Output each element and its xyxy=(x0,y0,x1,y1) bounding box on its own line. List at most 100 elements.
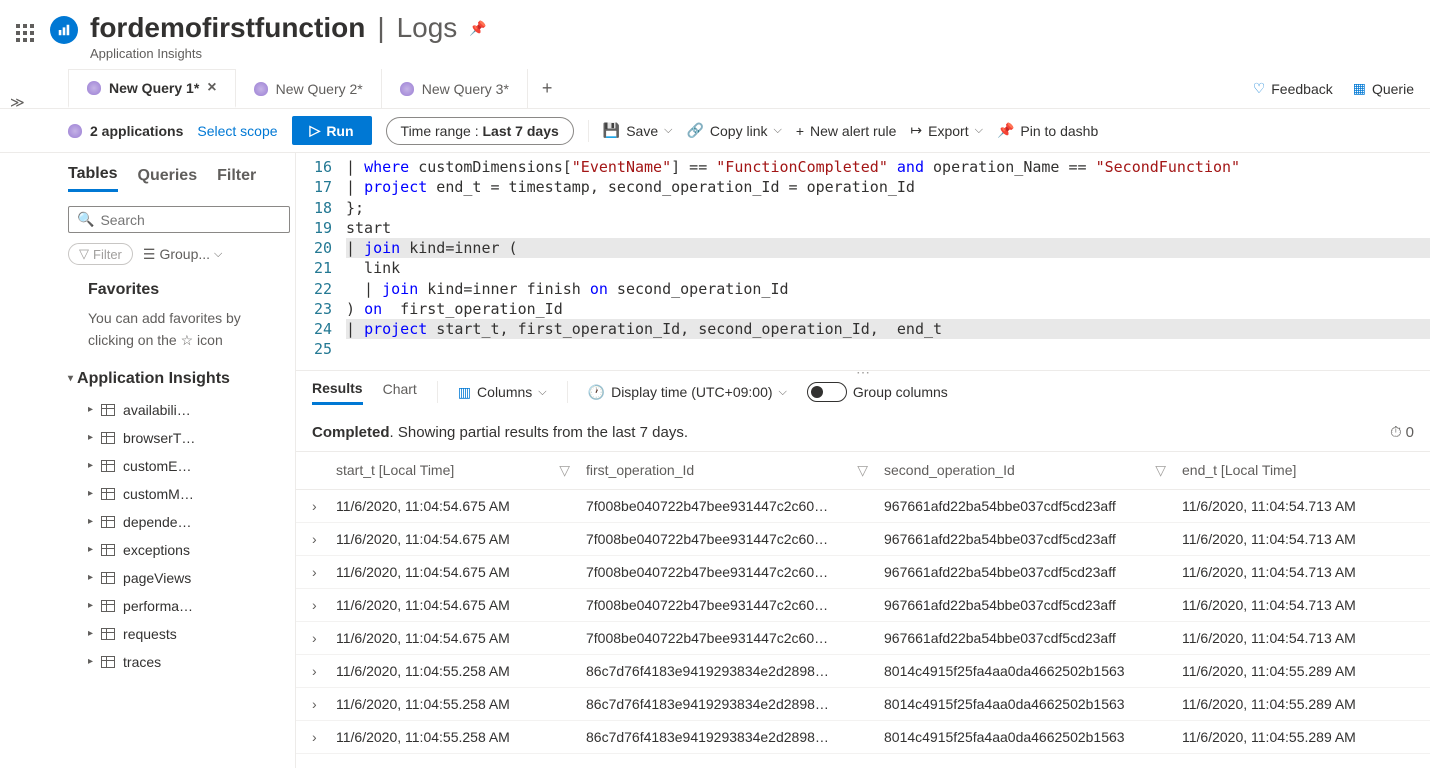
tree-item[interactable]: ▸browserT… xyxy=(68,424,287,452)
time-range-label: Time range : xyxy=(401,123,479,139)
export-button[interactable]: ↦ Export ⌵ xyxy=(910,122,983,139)
col-header-end[interactable]: end_t [Local Time] xyxy=(1182,462,1296,478)
close-icon[interactable]: × xyxy=(207,79,216,97)
funnel-icon: ▽ xyxy=(79,246,89,262)
query-tab-2[interactable]: New Query 3* xyxy=(382,69,528,108)
feedback-label: Feedback xyxy=(1271,81,1332,97)
group-by-button[interactable]: ☰ Group... ⌵ xyxy=(143,246,223,263)
filter-pill[interactable]: ▽ Filter xyxy=(68,243,133,265)
query-toolbar: 2 applications Select scope ▷ Run Time r… xyxy=(0,109,1430,153)
table-row[interactable]: ›11/6/2020, 11:04:54.675 AM7f008be040722… xyxy=(296,490,1430,523)
query-editor[interactable]: 16| where customDimensions["EventName"] … xyxy=(296,153,1430,364)
tree-item[interactable]: ▸customE… xyxy=(68,452,287,480)
cell-op1: 7f008be040722b47bee931447c2c60… xyxy=(586,531,884,547)
code-line[interactable]: }; xyxy=(346,198,1430,218)
chevron-down-icon: ⌵ xyxy=(975,124,983,137)
expand-row-icon[interactable]: › xyxy=(312,696,336,712)
select-scope-link[interactable]: Select scope xyxy=(197,123,277,139)
pin-icon[interactable]: 📌 xyxy=(469,20,486,37)
code-line[interactable] xyxy=(346,339,1430,359)
tree-item[interactable]: ▸traces xyxy=(68,648,287,676)
filter-icon[interactable]: ▽ xyxy=(857,462,868,479)
display-time-button[interactable]: 🕐 Display time (UTC+09:00) ⌵ xyxy=(588,384,787,401)
tab-filter[interactable]: Filter xyxy=(217,167,256,191)
table-row[interactable]: ›11/6/2020, 11:04:54.675 AM7f008be040722… xyxy=(296,622,1430,655)
pin-dashboard-button[interactable]: 📌 Pin to dashb xyxy=(997,122,1098,139)
code-line[interactable]: | join kind=inner ( xyxy=(346,238,1430,258)
table-row[interactable]: ›11/6/2020, 11:04:55.258 AM86c7d76f4183e… xyxy=(296,655,1430,688)
feedback-button[interactable]: ♡ Feedback xyxy=(1253,80,1333,97)
add-tab-button[interactable]: + xyxy=(528,78,567,99)
schema-sidebar: Tables Queries Filter 🔍 ⇤ ▽ Filter ☰ Gro… xyxy=(0,153,296,768)
line-number: 23 xyxy=(296,299,346,319)
expand-row-icon[interactable]: › xyxy=(312,564,336,580)
line-number: 21 xyxy=(296,258,346,278)
cell-op1: 7f008be040722b47bee931447c2c60… xyxy=(586,597,884,613)
filter-icon[interactable]: ▽ xyxy=(559,462,570,479)
tree-item-label: requests xyxy=(123,626,177,642)
tree-item[interactable]: ▸performa… xyxy=(68,592,287,620)
query-tab-0[interactable]: New Query 1*× xyxy=(68,69,236,108)
group-columns-toggle[interactable]: Group columns xyxy=(807,382,948,402)
chevron-down-icon: ⌵ xyxy=(774,124,782,137)
col-header-op2[interactable]: second_operation_Id xyxy=(884,462,1015,478)
code-line[interactable]: | project start_t, first_operation_Id, s… xyxy=(346,319,1430,339)
col-header-start[interactable]: start_t [Local Time] xyxy=(336,462,454,478)
table-row[interactable]: ›11/6/2020, 11:04:55.258 AM86c7d76f4183e… xyxy=(296,721,1430,754)
tree-item[interactable]: ▸depende… xyxy=(68,508,287,536)
results-tab-chart[interactable]: Chart xyxy=(383,381,417,403)
cell-start: 11/6/2020, 11:04:54.675 AM xyxy=(336,531,586,547)
expand-row-icon[interactable]: › xyxy=(312,630,336,646)
tab-queries[interactable]: Queries xyxy=(138,167,198,191)
tree-item[interactable]: ▸requests xyxy=(68,620,287,648)
applications-indicator[interactable]: 2 applications xyxy=(68,123,183,139)
code-line[interactable]: | join kind=inner finish on second_opera… xyxy=(346,279,1430,299)
line-number: 16 xyxy=(296,157,346,177)
copy-link-button[interactable]: 🔗 Copy link ⌵ xyxy=(686,122,781,139)
results-tab-results[interactable]: Results xyxy=(312,380,363,405)
query-tab-1[interactable]: New Query 2* xyxy=(236,69,382,108)
code-line[interactable]: | project end_t = timestamp, second_oper… xyxy=(346,177,1430,197)
table-row[interactable]: ›11/6/2020, 11:04:55.258 AM86c7d76f4183e… xyxy=(296,688,1430,721)
expand-row-icon[interactable]: › xyxy=(312,498,336,514)
cell-start: 11/6/2020, 11:04:55.258 AM xyxy=(336,663,586,679)
cell-end: 11/6/2020, 11:04:54.713 AM xyxy=(1182,630,1414,646)
tree-item[interactable]: ▸customM… xyxy=(68,480,287,508)
expand-row-icon[interactable]: › xyxy=(312,597,336,613)
search-input[interactable] xyxy=(100,212,281,228)
table-header: start_t [Local Time] ▽ first_operation_Id… xyxy=(296,452,1430,490)
search-box[interactable]: 🔍 xyxy=(68,206,290,233)
table-row[interactable]: ›11/6/2020, 11:04:54.675 AM7f008be040722… xyxy=(296,589,1430,622)
toggle-switch[interactable] xyxy=(807,382,847,402)
columns-button[interactable]: ▥ Columns ⌵ xyxy=(458,384,547,401)
tree-section-app-insights[interactable]: ▾ Application Insights xyxy=(68,370,287,388)
queries-button[interactable]: ▦ Querie xyxy=(1353,80,1414,97)
code-line[interactable]: ) on first_operation_Id xyxy=(346,299,1430,319)
resource-subtitle: Application Insights xyxy=(90,46,1414,61)
tree-item[interactable]: ▸exceptions xyxy=(68,536,287,564)
expand-row-icon[interactable]: › xyxy=(312,729,336,745)
expand-row-icon[interactable]: › xyxy=(312,663,336,679)
table-icon xyxy=(101,572,115,584)
group-columns-label: Group columns xyxy=(853,384,948,400)
save-button[interactable]: 💾 Save ⌵ xyxy=(603,122,673,139)
caret-right-icon: ▸ xyxy=(88,516,93,527)
table-row[interactable]: ›11/6/2020, 11:04:54.675 AM7f008be040722… xyxy=(296,556,1430,589)
code-line[interactable]: start xyxy=(346,218,1430,238)
status-bold: Completed xyxy=(312,424,390,441)
expand-row-icon[interactable]: › xyxy=(312,531,336,547)
tab-tables[interactable]: Tables xyxy=(68,165,118,192)
code-line[interactable]: | where customDimensions["EventName"] ==… xyxy=(346,157,1430,177)
waffle-icon[interactable] xyxy=(16,24,34,42)
filter-icon[interactable]: ▽ xyxy=(1155,462,1166,479)
line-number: 19 xyxy=(296,218,346,238)
run-button[interactable]: ▷ Run xyxy=(292,116,372,145)
new-alert-button[interactable]: + New alert rule xyxy=(796,123,897,139)
expand-toggle-icon[interactable]: ≫ xyxy=(10,94,25,111)
code-line[interactable]: link xyxy=(346,258,1430,278)
tree-item[interactable]: ▸pageViews xyxy=(68,564,287,592)
col-header-op1[interactable]: first_operation_Id xyxy=(586,462,694,478)
time-range-selector[interactable]: Time range : Last 7 days xyxy=(386,117,574,145)
tree-item[interactable]: ▸availabili… xyxy=(68,396,287,424)
table-row[interactable]: ›11/6/2020, 11:04:54.675 AM7f008be040722… xyxy=(296,523,1430,556)
